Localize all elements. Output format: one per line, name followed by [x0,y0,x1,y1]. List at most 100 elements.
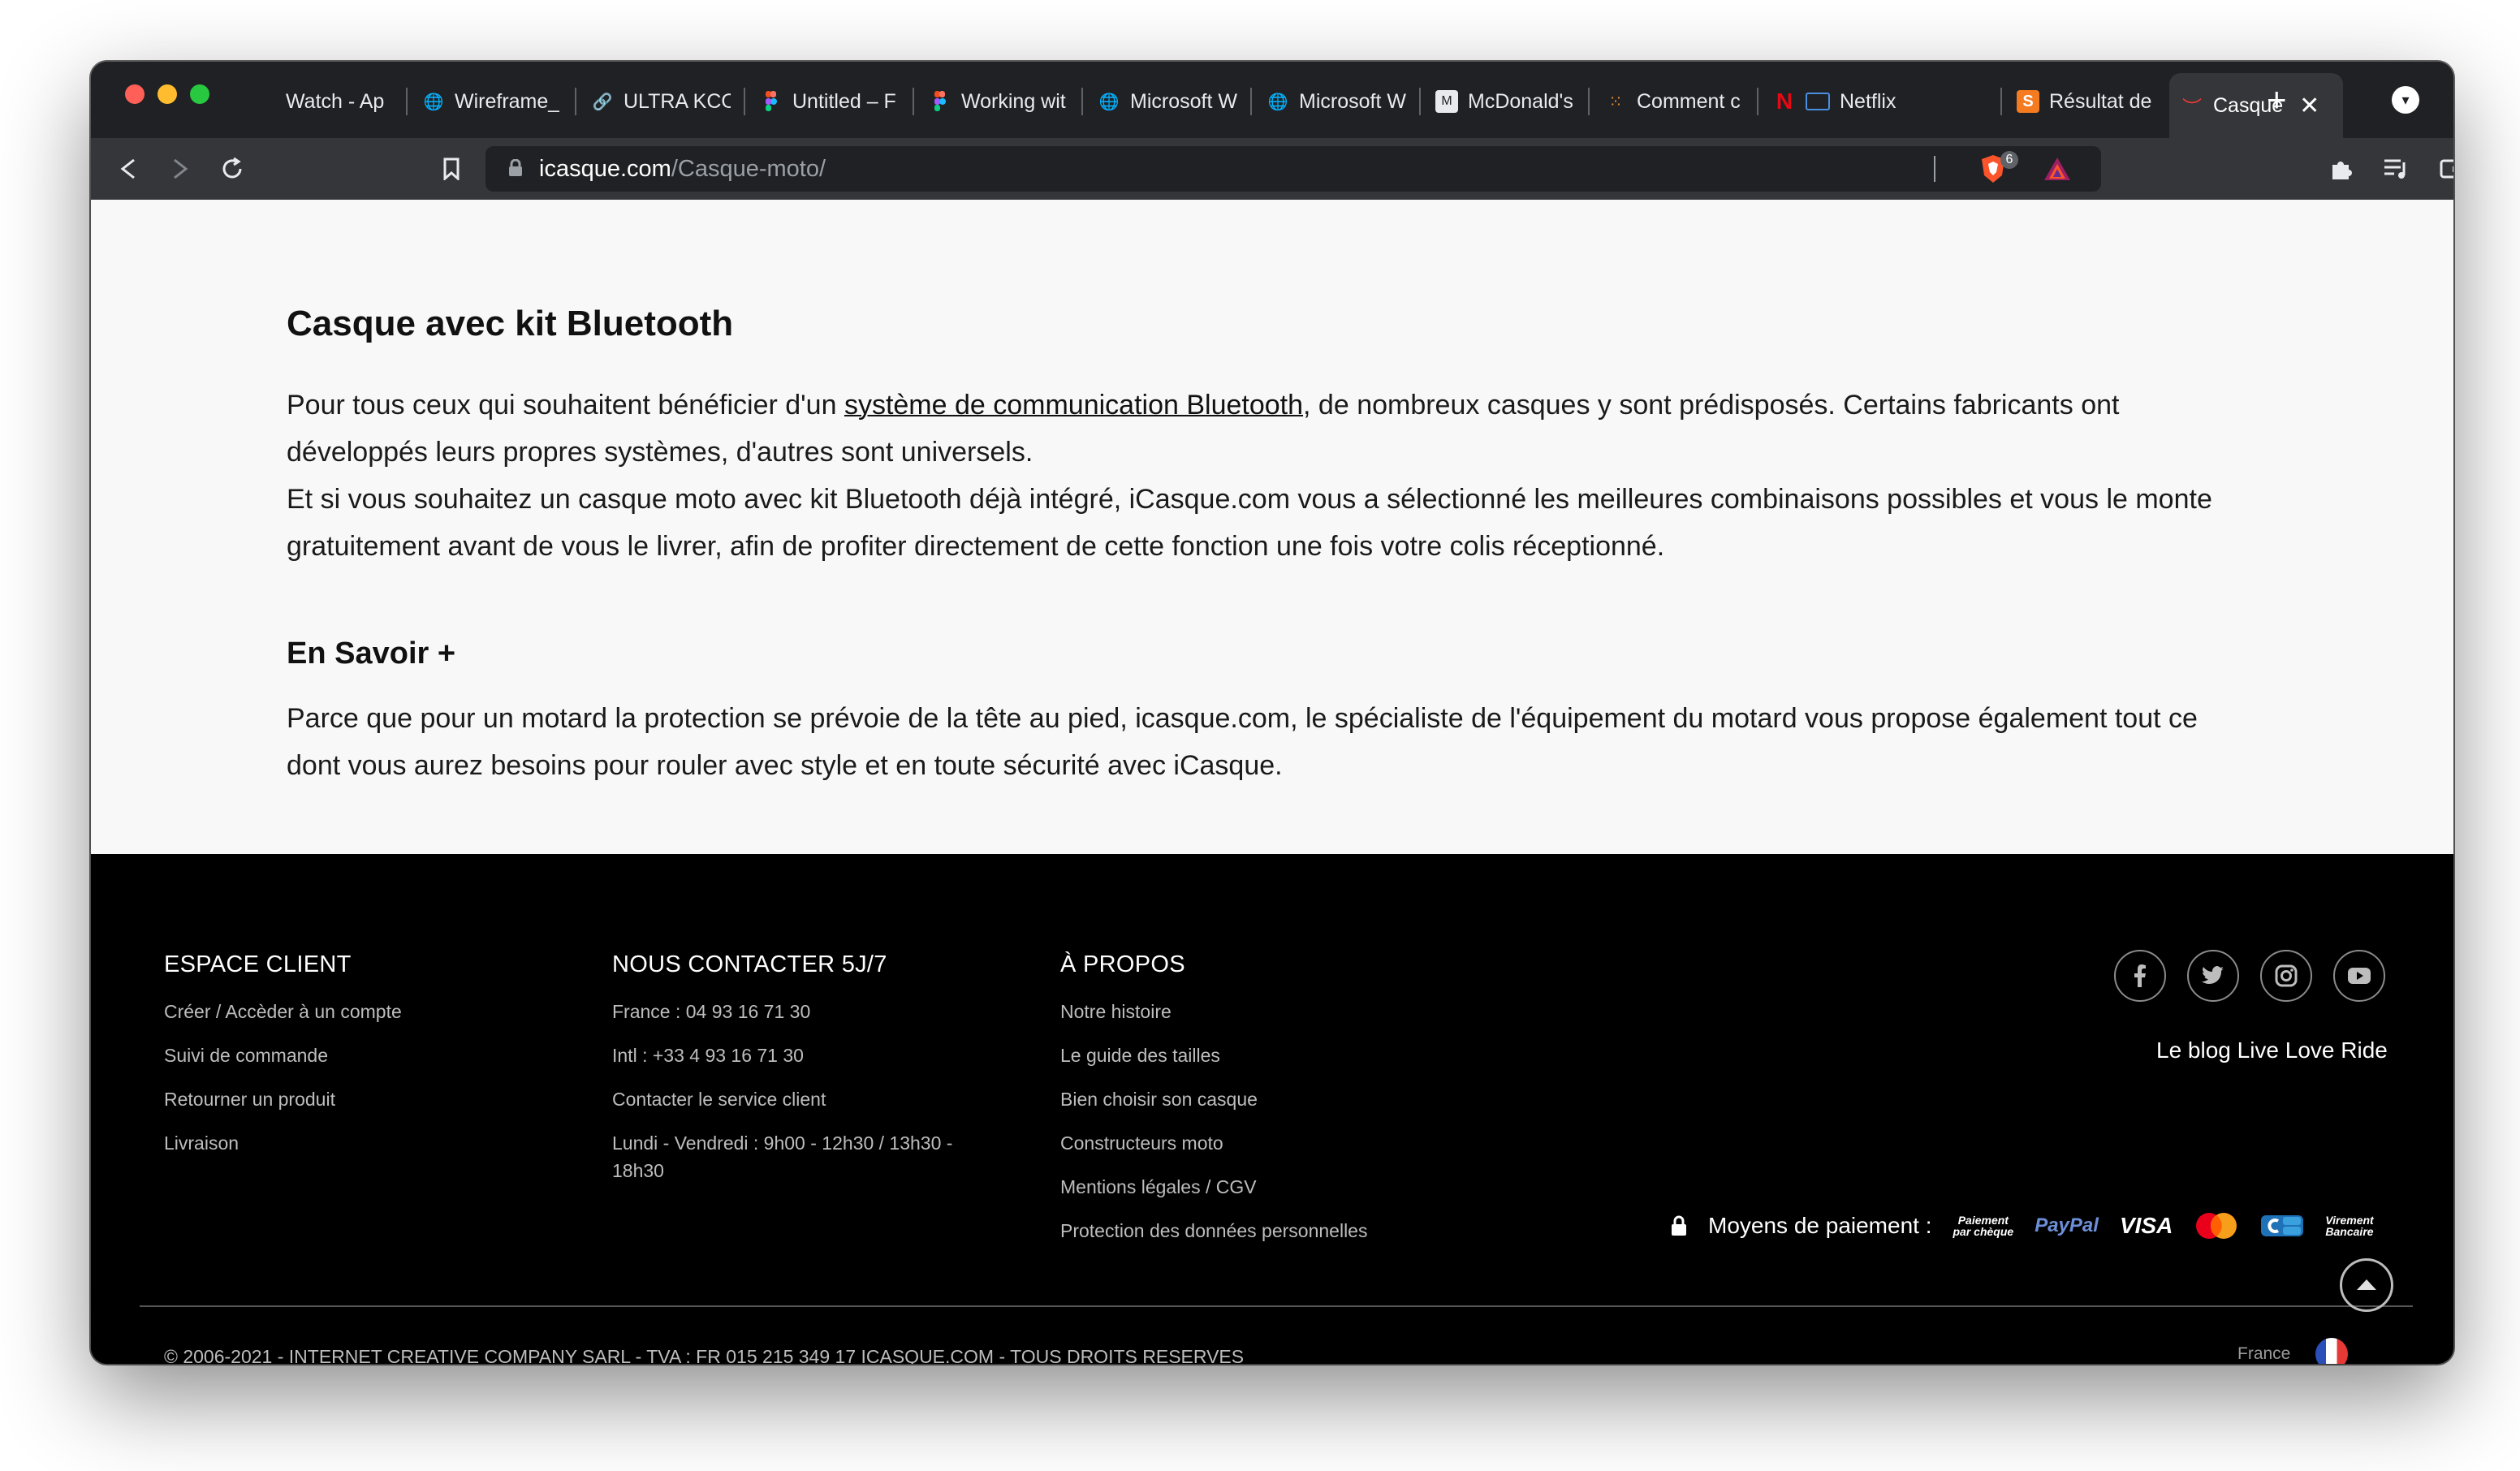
blog-link[interactable]: Le blog Live Love Ride [2156,1037,2388,1063]
tab-label: McDonald's [1468,89,1573,113]
mcdonalds-icon: M [1435,90,1458,113]
footer-link[interactable]: Créer / Accèder à un compte [164,998,402,1025]
footer-column-espace-client: ESPACE CLIENT Créer / Accèder à un compt… [164,951,402,1173]
globe-icon: 🌐 [1267,93,1288,111]
tab-separator [1250,88,1252,115]
tab-netflix[interactable]: N Netflix [1762,73,2005,130]
tab-separator [744,88,745,115]
social-links [2114,950,2385,1002]
footer-link[interactable]: Protection des données personnelles [1060,1217,1367,1245]
footer-column-apropos: À PROPOS Notre histoire Le guide des tai… [1060,951,1367,1261]
minimize-window-button[interactable] [158,84,177,104]
address-bar[interactable]: icasque.com/Casque-moto/ 6 [485,146,2101,192]
new-tab-button[interactable]: + [2267,80,2287,120]
arrow-up-icon [2357,1279,2376,1290]
tab-resultat[interactable]: S Résultat de [2005,73,2168,130]
url-host: icasque.com [539,156,671,182]
footer-link[interactable]: Contacter le service client [612,1085,986,1113]
footer-link[interactable]: Suivi de commande [164,1042,402,1069]
url-text: icasque.com/Casque-moto/ [539,156,826,183]
globe-icon: 🌐 [423,93,444,111]
tab-label: Microsoft W [1130,89,1237,113]
bluetooth-paragraph: Pour tous ceux qui souhaitent bénéficier… [287,382,2251,570]
wallet-icon[interactable] [2434,151,2453,187]
footer-link[interactable]: France : 04 93 16 71 30 [612,998,986,1025]
footer-link[interactable]: Livraison [164,1129,402,1157]
extensions-icon[interactable] [2324,151,2359,187]
france-flag-icon[interactable] [2315,1338,2348,1364]
bookmark-icon[interactable] [434,151,469,187]
section-heading-en-savoir: En Savoir + [287,636,456,671]
window-controls [125,84,209,104]
visa-logo: VISA [2119,1213,2173,1238]
tab-casque-active[interactable]: ︶ Casque ✕ [2169,73,2343,138]
virement-bancaire-logo: Virement Bancaire [2325,1214,2373,1237]
brave-rewards-icon[interactable] [2043,156,2072,182]
tab-ultra-kco[interactable]: 🔗 ULTRA KCO [580,73,742,130]
tab-watch[interactable]: Watch - Ap [242,73,404,130]
dots-icon: ⁙ [1608,93,1623,111]
payment-label: Moyens de paiement : [1708,1213,1932,1238]
lock-icon [1672,1215,1686,1236]
tab-search-chevron-icon[interactable]: ▾ [2392,86,2419,114]
back-button[interactable] [110,151,146,187]
forward-button[interactable] [162,151,198,187]
footer-heading: À PROPOS [1060,951,1185,977]
tab-label: Untitled – F [792,89,896,113]
cheque-payment-logo: Paiement par chèque [1953,1214,2014,1237]
facebook-icon[interactable] [2114,950,2166,1002]
carte-bancaire-icon [2261,1215,2304,1236]
footer-link[interactable]: Intl : +33 4 93 16 71 30 [612,1042,986,1069]
close-tab-icon[interactable]: ✕ [2299,92,2319,120]
para-text: Et si vous souhaitez un casque moto avec… [287,484,2212,562]
tab-microsoft-1[interactable]: 🌐 Microsoft W [1086,73,1249,130]
tab-separator [1588,88,1590,115]
tab-comment[interactable]: ⁙ Comment c [1593,73,1755,130]
tab-untitled-figma[interactable]: Untitled – F [749,73,911,130]
country-selector[interactable]: France [2237,1344,2290,1364]
section-heading-bluetooth: Casque avec kit Bluetooth [287,304,734,343]
tab-microsoft-2[interactable]: 🌐 Microsoft W [1255,73,1418,130]
url-path: /Casque-moto/ [671,156,826,182]
para-text: Pour tous ceux qui souhaitent bénéficier… [287,390,844,421]
instagram-icon[interactable] [2260,950,2312,1002]
footer-link[interactable]: Mentions légales / CGV [1060,1173,1367,1201]
footer-link[interactable]: Bien choisir son casque [1060,1085,1367,1113]
figma-icon [929,90,951,113]
scroll-to-top-button[interactable] [2340,1258,2393,1312]
tab-wireframe[interactable]: 🌐 Wireframe_ [411,73,573,130]
bluetooth-communication-link[interactable]: système de communication Bluetooth [844,390,1303,421]
tab-label: Working wit [961,89,1066,113]
tab-strip: Watch - Ap 🌐 Wireframe_ 🔗 ULTRA KCO Unti… [91,62,2453,138]
reload-button[interactable] [214,151,250,187]
footer-link[interactable]: Notre histoire [1060,998,1367,1025]
footer-link[interactable]: Constructeurs moto [1060,1129,1367,1157]
lock-icon [509,159,522,176]
tab-mcdonalds[interactable]: M McDonald's [1424,73,1586,130]
footer-column-contact: NOUS CONTACTER 5J/7 France : 04 93 16 71… [612,951,986,1201]
tab-separator [1757,88,1758,115]
picture-in-picture-icon [1806,93,1830,110]
youtube-icon[interactable] [2333,950,2385,1002]
link-icon: 🔗 [592,93,613,111]
tab-label: ULTRA KCO [624,89,731,113]
twitter-icon[interactable] [2187,950,2239,1002]
maximize-window-button[interactable] [190,84,209,104]
tab-separator [575,88,576,115]
payment-methods: Moyens de paiement : Paiement par chèque … [1671,1211,2374,1240]
tab-separator [913,88,914,115]
en-savoir-paragraph: Parce que pour un motard la protection s… [287,703,2198,781]
cheque-line-2: par chèque [1953,1225,2014,1238]
close-window-button[interactable] [125,84,145,104]
browser-window: Watch - Ap 🌐 Wireframe_ 🔗 ULTRA KCO Unti… [91,62,2453,1364]
media-playlist-icon[interactable] [2379,151,2414,187]
s-logo-icon: S [2017,90,2039,113]
footer-link[interactable]: Le guide des tailles [1060,1042,1367,1069]
globe-icon: 🌐 [1098,93,1120,111]
footer-divider [140,1305,2413,1307]
virement-line-2: Bancaire [2325,1225,2374,1238]
footer-link[interactable]: Retourner un produit [164,1085,402,1113]
tab-label: Comment c [1637,89,1741,113]
tab-working-with-figma[interactable]: Working wit [917,73,1080,130]
tab-label: Netflix [1840,89,1896,113]
